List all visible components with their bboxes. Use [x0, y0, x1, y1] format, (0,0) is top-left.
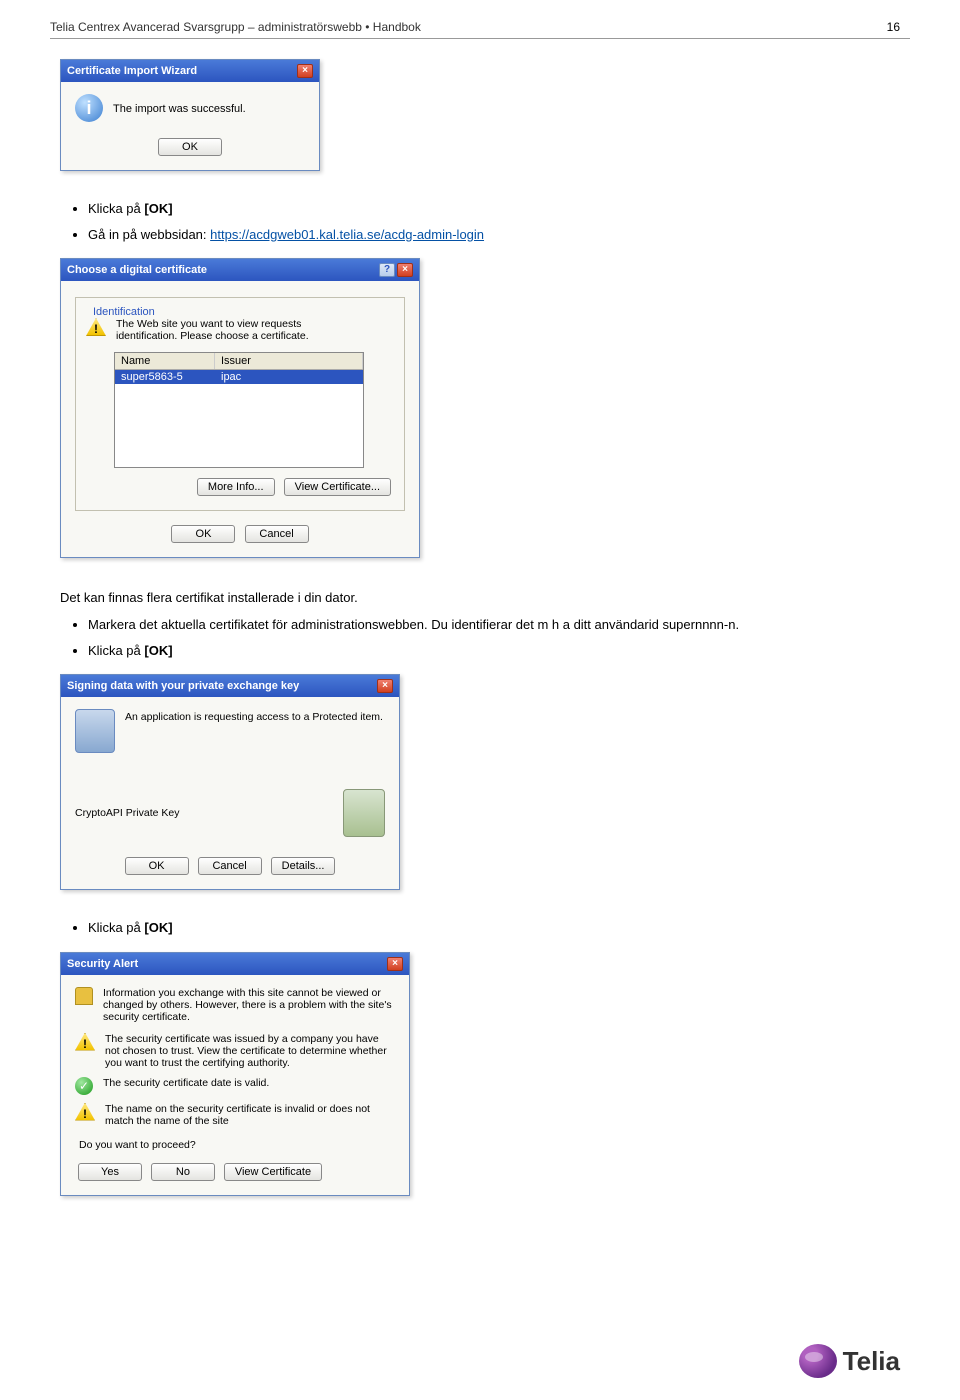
close-icon[interactable]: × [387, 957, 403, 971]
close-icon[interactable]: × [397, 263, 413, 277]
telia-wordmark: Telia [843, 1346, 900, 1377]
column-header-name: Name [115, 353, 215, 369]
details-button[interactable]: Details... [271, 857, 336, 875]
warning-icon: ! [75, 1033, 95, 1051]
more-info-button[interactable]: More Info... [197, 478, 275, 496]
doc-header: Telia Centrex Avancerad Svarsgrupp – adm… [50, 20, 910, 34]
dialog-import-success: Certificate Import Wizard × i The import… [60, 59, 320, 171]
cert-issuer: ipac [215, 370, 247, 384]
dialog-signing-data: Signing data with your private exchange … [60, 674, 400, 890]
certificate-row[interactable]: super5863-5 ipac [115, 370, 363, 384]
warning-icon: ! [75, 1103, 95, 1121]
alert-intro: Information you exchange with this site … [103, 987, 395, 1023]
instruction-list-1: Klicka på [OK] Gå in på webbsidan: https… [88, 199, 910, 244]
alert-item: The security certificate date is valid. [103, 1077, 269, 1089]
dialog-message: The import was successful. [113, 101, 246, 115]
list-item: Klicka på [OK] [88, 641, 910, 661]
telia-logo: Telia [799, 1344, 900, 1378]
dialog-title: Signing data with your private exchange … [67, 680, 299, 692]
cert-name: super5863-5 [115, 370, 215, 384]
dialog-title: Security Alert [67, 958, 138, 970]
page-number: 16 [887, 20, 900, 34]
dialog-message: An application is requesting access to a… [125, 709, 383, 723]
check-icon: ✓ [75, 1077, 93, 1095]
header-text: Telia Centrex Avancerad Svarsgrupp – adm… [50, 20, 421, 34]
yes-button[interactable]: Yes [78, 1163, 142, 1181]
help-icon[interactable]: ? [379, 263, 395, 277]
info-icon: i [75, 94, 103, 122]
telia-swirl-icon [799, 1344, 837, 1378]
ok-button[interactable]: OK [171, 525, 235, 543]
key-label: CryptoAPI Private Key [75, 807, 333, 819]
dialog-text: The Web site you want to view requests [116, 318, 309, 330]
titlebar: Choose a digital certificate ? × [61, 259, 419, 281]
cancel-button[interactable]: Cancel [245, 525, 309, 543]
alert-question: Do you want to proceed? [79, 1139, 395, 1151]
dialog-security-alert: Security Alert × Information you exchang… [60, 952, 410, 1196]
no-button[interactable]: No [151, 1163, 215, 1181]
warning-icon: ! [86, 318, 106, 336]
computer-icon [75, 709, 115, 753]
list-item: Klicka på [OK] [88, 918, 910, 938]
titlebar: Certificate Import Wizard × [61, 60, 319, 82]
view-certificate-button[interactable]: View Certificate [224, 1163, 322, 1181]
list-item: Markera det aktuella certifikatet för ad… [88, 615, 910, 635]
dialog-title: Choose a digital certificate [67, 264, 207, 276]
header-rule [50, 38, 910, 39]
list-item: Klicka på [OK] [88, 199, 910, 219]
key-icon [343, 789, 385, 837]
dialog-text: identification. Please choose a certific… [116, 330, 309, 342]
ok-button[interactable]: OK [125, 857, 189, 875]
ok-button[interactable]: OK [158, 138, 222, 156]
titlebar: Security Alert × [61, 953, 409, 975]
dialog-choose-certificate: Choose a digital certificate ? × Identif… [60, 258, 420, 558]
alert-item: The name on the security certificate is … [105, 1103, 395, 1127]
list-item: Gå in på webbsidan: https://acdgweb01.ka… [88, 225, 910, 245]
dialog-title: Certificate Import Wizard [67, 65, 197, 77]
view-certificate-button[interactable]: View Certificate... [284, 478, 391, 496]
certificate-list[interactable]: Name Issuer super5863-5 ipac [114, 352, 364, 468]
titlebar: Signing data with your private exchange … [61, 675, 399, 697]
section-label: Identification [90, 306, 158, 318]
column-header-issuer: Issuer [215, 353, 363, 369]
alert-item: The security certificate was issued by a… [105, 1033, 395, 1069]
login-link[interactable]: https://acdgweb01.kal.telia.se/acdg-admi… [210, 227, 484, 242]
instruction-list-2: Markera det aktuella certifikatet för ad… [88, 615, 910, 660]
cancel-button[interactable]: Cancel [198, 857, 262, 875]
lock-icon [75, 987, 93, 1005]
close-icon[interactable]: × [297, 64, 313, 78]
close-icon[interactable]: × [377, 679, 393, 693]
paragraph: Det kan finnas flera certifikat installe… [60, 590, 910, 605]
instruction-list-3: Klicka på [OK] [88, 918, 910, 938]
